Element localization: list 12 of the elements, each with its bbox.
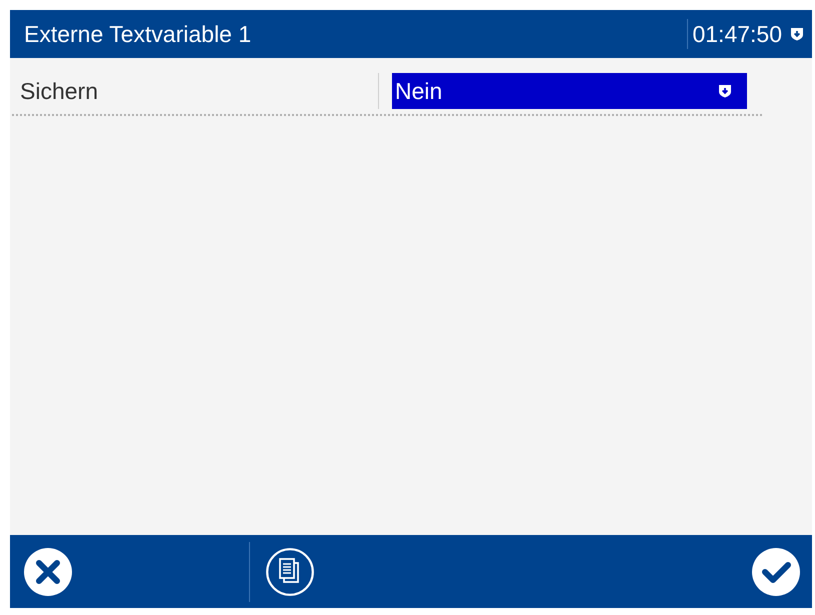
- confirm-button[interactable]: [752, 548, 800, 596]
- copy-button[interactable]: [266, 548, 314, 596]
- clock-time: 01:47:50: [692, 20, 782, 48]
- window-title: Externe Textvariable 1: [24, 20, 252, 48]
- copy-icon: [266, 548, 314, 596]
- setting-label: Sichern: [19, 78, 99, 104]
- close-icon: [24, 548, 72, 596]
- dropdown-icon: [718, 84, 732, 98]
- dropdown-icon[interactable]: [790, 27, 804, 41]
- cancel-button[interactable]: [24, 548, 72, 596]
- checkmark-icon: [752, 548, 800, 596]
- dropdown-field[interactable]: Nein: [392, 73, 747, 109]
